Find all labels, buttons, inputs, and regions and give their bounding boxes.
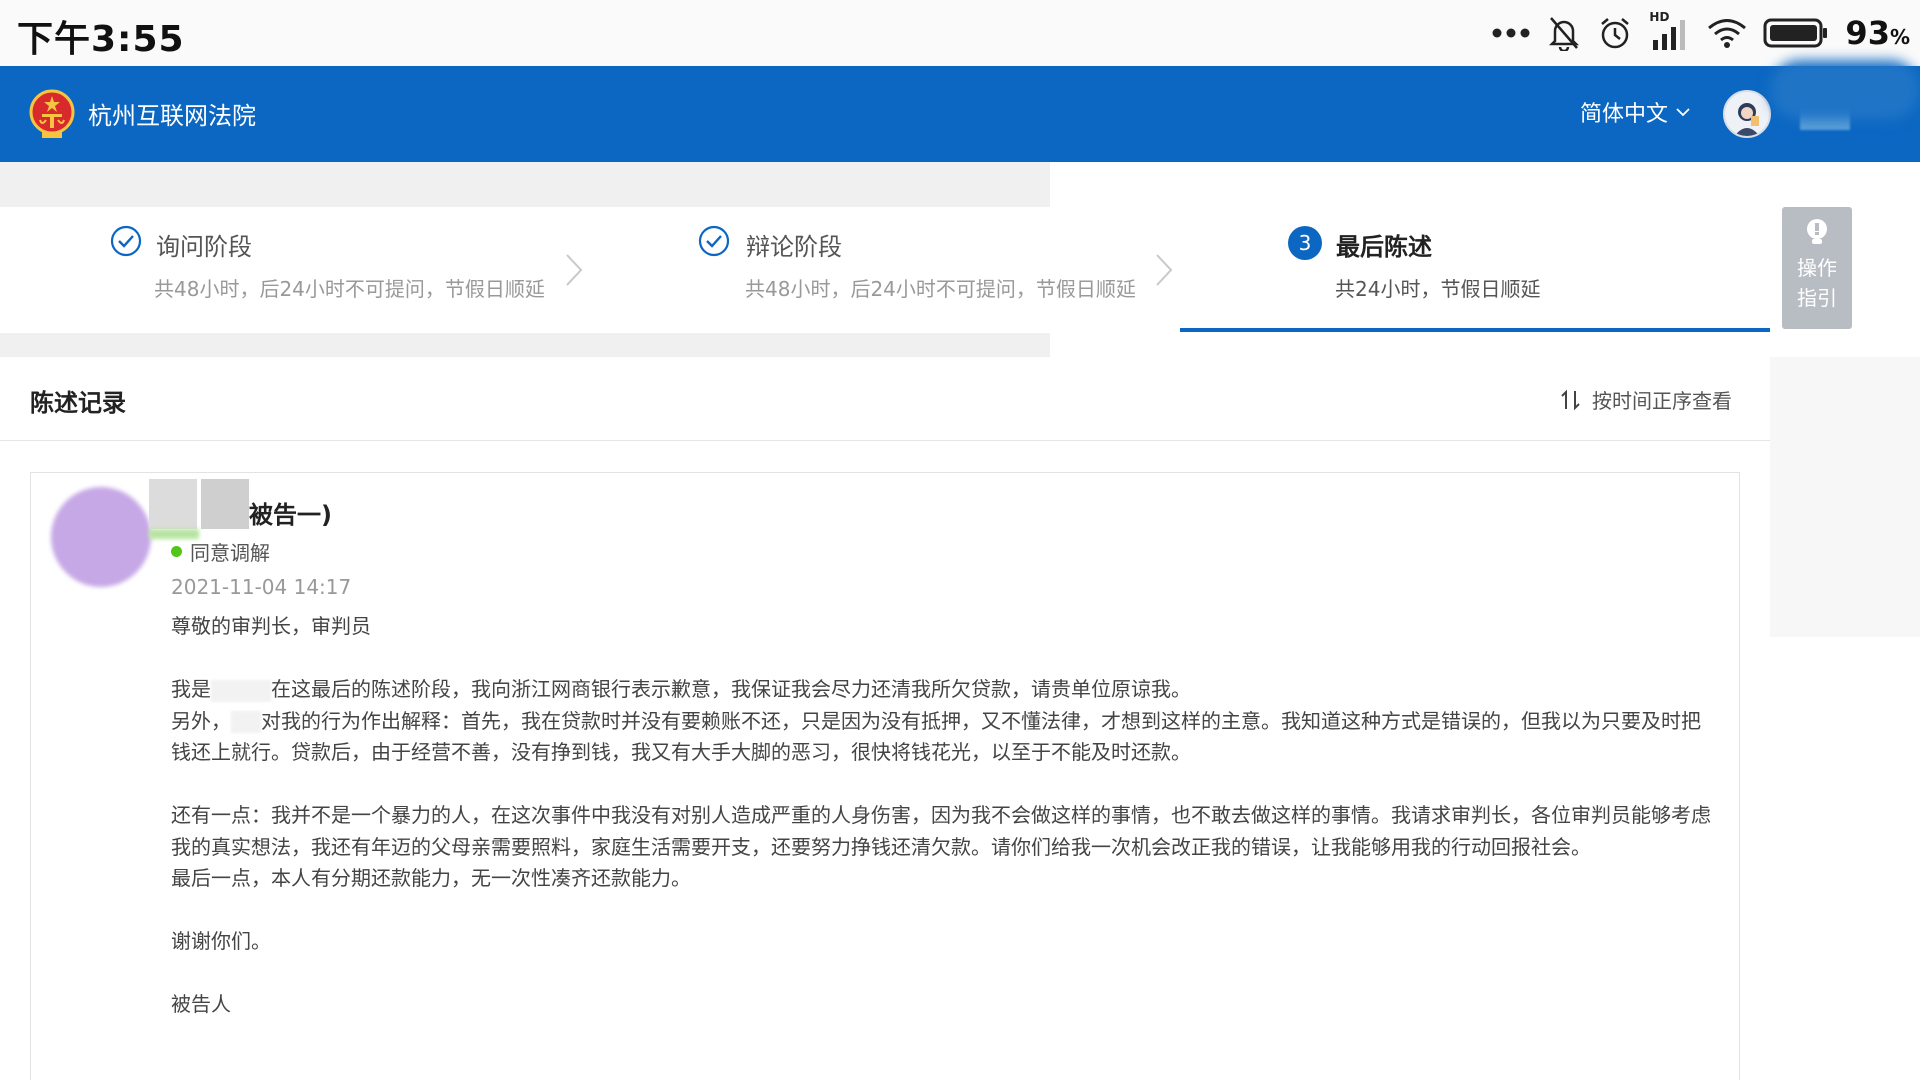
statement-paragraph: 我是 在这最后的陈述阶段，我向浙江网商银行表示歉意，我保证我会尽力还清我所欠贷款，…	[171, 677, 1191, 702]
step-inquiry[interactable]: 询问阶段 共48小时，后24小时不可提问，节假日顺延	[0, 207, 590, 333]
statement-card: 被告一) 同意调解 2021-11-04 14:17 尊敬的审判长，审判员 我是…	[30, 472, 1740, 1080]
language-switcher[interactable]: 简体中文	[1580, 96, 1690, 128]
signal-icon: HD	[1649, 10, 1691, 52]
user-avatar-icon	[1734, 103, 1760, 136]
battery-percent: 93%	[1845, 14, 1910, 52]
redacted-name	[149, 479, 249, 529]
language-label: 简体中文	[1580, 102, 1669, 127]
statement-greeting: 尊敬的审判长，审判员	[171, 614, 371, 638]
court-emblem-logo[interactable]	[28, 86, 76, 142]
wifi-icon	[1708, 19, 1747, 48]
party-name: 被告一)	[249, 501, 332, 529]
step-final-statement[interactable]: 3 最后陈述 共24小时，节假日顺延	[1180, 207, 1770, 333]
redacted-text	[211, 679, 271, 702]
chevron-right-icon	[1156, 254, 1173, 286]
step-subtitle: 共48小时，后24小时不可提问，节假日顺延	[154, 277, 545, 301]
step-title: 辩论阶段	[746, 233, 842, 261]
party-avatar	[51, 487, 151, 587]
steps-top-divider	[0, 162, 1050, 207]
user-avatar[interactable]	[1723, 90, 1771, 138]
statement-paragraph: 最后一点，本人有分期还款能力，无一次性凑齐还款能力。	[171, 866, 691, 890]
active-step-indicator	[1180, 328, 1770, 332]
step-debate[interactable]: 辩论阶段 共48小时，后24小时不可提问，节假日顺延	[590, 207, 1180, 333]
status-dot-icon	[171, 546, 182, 557]
statement-text: 尊敬的审判长，审判员 我是 在这最后的陈述阶段，我向浙江网商银行表示歉意，我保证我…	[171, 611, 1711, 1021]
step-number-badge: 3	[1288, 226, 1322, 260]
sort-label: 按时间正序查看	[1592, 389, 1732, 413]
step-title: 最后陈述	[1336, 233, 1432, 261]
chevron-right-icon	[566, 254, 583, 286]
app-header: 杭州互联网法院 简体中文	[0, 66, 1920, 162]
records-title: 陈述记录	[30, 389, 126, 417]
bell-muted-icon	[1549, 17, 1580, 51]
mediation-status-label: 同意调解	[190, 541, 270, 565]
mediation-status: 同意调解	[171, 537, 270, 566]
statement-records: 陈述记录 按时间正序查看 被告一) 同意调解 2021-11-04 14:17 …	[0, 357, 1770, 1080]
steps-bottom-divider	[0, 333, 1050, 357]
sort-icon	[1561, 389, 1580, 410]
guide-label: 操作指引	[1797, 256, 1837, 310]
side-panel-background	[1770, 357, 1920, 637]
status-time: 下午3:55	[17, 19, 185, 60]
statement-paragraph: 还有一点：我并不是一个暴力的人，在这次事件中我没有对别人造成严重的人身伤害，因为…	[171, 803, 1711, 859]
step-subtitle: 共48小时，后24小时不可提问，节假日顺延	[745, 277, 1136, 301]
alarm-icon	[1601, 18, 1630, 49]
guide-bulb-icon	[1807, 219, 1827, 244]
chevron-down-icon	[1676, 108, 1690, 117]
statement-signature: 被告人	[171, 992, 231, 1016]
check-circle-icon	[698, 225, 730, 257]
records-header: 陈述记录 按时间正序查看	[0, 357, 1770, 441]
check-circle-icon	[110, 225, 142, 257]
redacted-overlay	[1770, 60, 1920, 120]
sort-order-toggle[interactable]: 按时间正序查看	[1560, 385, 1732, 414]
step-title: 询问阶段	[156, 233, 252, 261]
status-bar: 下午3:55 HD 93%	[0, 0, 1920, 66]
more-dots-icon	[1492, 28, 1530, 38]
stage-steps: 询问阶段 共48小时，后24小时不可提问，节假日顺延 辩论阶段 共48小时，后2…	[0, 207, 1770, 333]
step-subtitle: 共24小时，节假日顺延	[1335, 277, 1541, 301]
operation-guide-button[interactable]: 操作指引	[1782, 207, 1852, 329]
statement-thanks: 谢谢你们。	[171, 929, 271, 953]
redacted-text	[231, 711, 261, 733]
status-icons: HD 93%	[1491, 10, 1910, 56]
statement-paragraph: 另外， 对我的行为作出解释：首先，我在贷款时并没有要赖账不还，只是因为没有抵押，又…	[171, 708, 1701, 765]
record-timestamp: 2021-11-04 14:17	[171, 575, 352, 599]
court-name[interactable]: 杭州互联网法院	[88, 96, 256, 131]
battery-icon	[1763, 18, 1828, 48]
